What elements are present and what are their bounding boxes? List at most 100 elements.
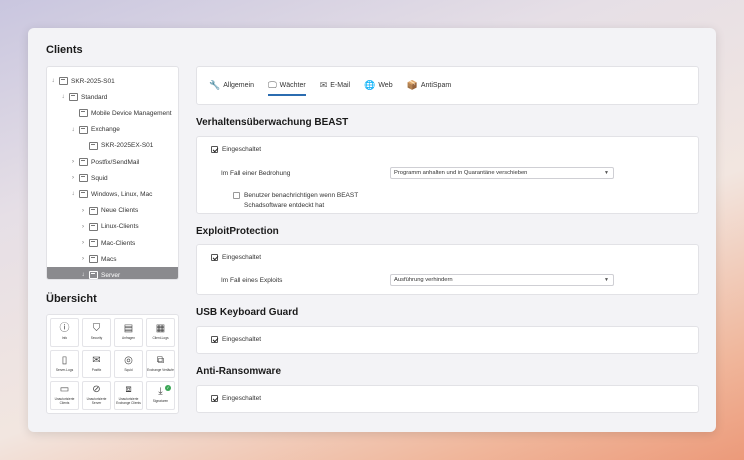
folder-icon: [89, 206, 98, 215]
folder-icon: [89, 255, 98, 264]
tab-w-chter[interactable]: 🖵 Wächter: [267, 78, 306, 96]
tile-label: Unautorisierte Server: [86, 397, 107, 406]
tree-item[interactable]: › Postfix/SendMail: [69, 154, 139, 170]
tile-icon: ⛉: [92, 322, 101, 334]
chevron-icon[interactable]: ›: [79, 256, 87, 262]
checkbox-checked-icon: [211, 254, 218, 261]
beast-panel: Eingeschaltet Im Fall einer Bedrohung Pr…: [196, 136, 699, 214]
ransom-enabled-checkbox[interactable]: Eingeschaltet: [211, 395, 261, 402]
chevron-icon[interactable]: ›: [79, 240, 87, 246]
overview-tile[interactable]: ⓘ Info: [50, 318, 79, 347]
exploit-enabled-checkbox[interactable]: Eingeschaltet: [211, 254, 261, 261]
overview-tile[interactable]: ▤ Anfragen: [114, 318, 143, 347]
folder-icon: [79, 174, 88, 183]
beast-notify-checkbox[interactable]: Benutzer benachrichtigen wenn BEAST Scha…: [233, 191, 394, 211]
tile-label: Unautorisierte Exchange Clients: [116, 397, 141, 406]
chevron-icon[interactable]: ↓: [69, 191, 77, 197]
overview-tile[interactable]: ▦ Client-Logs: [146, 318, 175, 347]
tree-item[interactable]: ↓ Windows, Linux, Mac: [69, 186, 152, 202]
ransom-enabled-label: Eingeschaltet: [222, 395, 262, 402]
overview-tile[interactable]: ▭ Unautorisierte Clients: [50, 381, 79, 410]
ransom-title: Anti-Ransomware: [196, 366, 282, 377]
checkbox-checked-icon: [211, 336, 218, 343]
overview-tile[interactable]: ✉ Postfix: [82, 349, 111, 379]
tree-item[interactable]: › Macs: [79, 251, 117, 267]
tree-item-label: Standard: [81, 93, 108, 101]
tab-icon: 🖵: [267, 80, 277, 90]
tile-icon: ⧈: [125, 384, 132, 396]
beast-enabled-checkbox[interactable]: Eingeschaltet: [211, 146, 261, 153]
overview-tile[interactable]: ⛉ Security: [82, 318, 111, 347]
overview-tile[interactable]: ⧉ Exchange Verläufe: [146, 349, 175, 379]
chevron-icon[interactable]: ›: [79, 208, 87, 214]
tree-item[interactable]: ↓ SKR-2025-S01: [49, 73, 115, 89]
tree-item-label: Macs: [101, 255, 117, 263]
checkbox-checked-icon: [211, 146, 218, 153]
tile-icon: ▦: [155, 322, 166, 334]
tile-icon: ⓘ: [59, 322, 70, 334]
chevron-icon[interactable]: ›: [69, 175, 77, 181]
tree-item[interactable]: › Neue Clients: [79, 203, 138, 219]
folder-icon: [69, 93, 78, 102]
tree-item-label: SKR-2025-S01: [71, 77, 115, 85]
chevron-icon[interactable]: ›: [79, 224, 87, 230]
folder-icon: [79, 125, 88, 134]
folder-icon: [89, 141, 98, 150]
tree-item[interactable]: ↓ Server: [47, 267, 178, 279]
beast-threat-select[interactable]: Programm anhalten und in Quarantäne vers…: [390, 167, 614, 179]
overview-tile[interactable]: ⊘ Unautorisierte Server: [82, 381, 111, 410]
tree-item[interactable]: › Mac-Clients: [79, 235, 135, 251]
tab-antispam[interactable]: 📦 AntiSpam: [407, 78, 452, 94]
client-tree[interactable]: ↓ SKR-2025-S01 ↓ Standard Mobile Device Mana…: [46, 66, 179, 280]
tree-item[interactable]: › Linux-Clients: [79, 219, 139, 235]
usb-enabled-checkbox[interactable]: Eingeschaltet: [211, 336, 261, 343]
tile-icon: ▭: [59, 384, 70, 396]
tab-web[interactable]: 🌐 Web: [364, 78, 393, 94]
tree-item[interactable]: SKR-2025EX-S01: [79, 138, 153, 154]
tile-icon: ◎: [124, 354, 133, 366]
tree-item[interactable]: ↓ Standard: [59, 89, 107, 105]
tile-label: Squid: [124, 367, 133, 372]
tree-item-label: Mac-Clients: [101, 239, 136, 247]
tile-icon: ▯: [61, 354, 68, 366]
usb-panel: Eingeschaltet: [196, 326, 699, 354]
folder-icon: [79, 158, 88, 166]
overview-tile[interactable]: ⧈ Unautorisierte Exchange Clients: [114, 381, 143, 410]
tab-e-mail[interactable]: ✉ E-Mail: [320, 78, 350, 94]
checkbox-checked-icon: [211, 395, 218, 402]
tree-item-label: Exchange: [91, 126, 120, 134]
chevron-icon[interactable]: ↓: [69, 127, 77, 133]
overview-tile[interactable]: ⤓ Signaturen ✓: [146, 381, 175, 410]
tree-item[interactable]: Mobile Device Management: [69, 105, 172, 121]
chevron-icon[interactable]: ↓: [59, 94, 67, 100]
tab-allgemein[interactable]: 🔧 Allgemein: [209, 78, 254, 94]
tile-label: Server-Logs: [55, 367, 74, 372]
ransom-panel: Eingeschaltet: [196, 385, 699, 413]
tree-item[interactable]: › Squid: [69, 170, 108, 186]
tile-label: Info: [61, 335, 68, 340]
usb-enabled-label: Eingeschaltet: [222, 336, 262, 343]
tab-bar: 🔧 Allgemein 🖵 Wächter ✉ E-Mail 🌐 Web 📦 AntiSpam: [196, 66, 699, 105]
folder-icon: [89, 271, 98, 279]
tile-label: Anfragen: [122, 335, 135, 340]
tile-label: Postfix: [91, 367, 102, 372]
chevron-icon[interactable]: ↓: [49, 78, 57, 84]
exploit-case-select[interactable]: Ausführung verhindern ▼: [390, 274, 614, 286]
chevron-icon[interactable]: ↓: [79, 272, 87, 278]
tree-item-label: Neue Clients: [101, 207, 139, 215]
folder-icon: [79, 109, 88, 118]
overview-tile[interactable]: ◎ Squid: [114, 349, 143, 379]
beast-notify-label: Benutzer benachrichtigen wenn BEAST Scha…: [244, 192, 359, 209]
tree-item[interactable]: ↓ Exchange: [69, 122, 120, 138]
tab-icon: 🔧: [209, 80, 221, 90]
overview-title: Übersicht: [46, 293, 97, 305]
exploit-case-label: Im Fall eines Exploits: [221, 277, 283, 284]
tab-label: Wächter: [279, 82, 306, 89]
checkbox-unchecked-icon: [233, 192, 240, 199]
chevron-icon[interactable]: ›: [69, 159, 77, 165]
tab-label: AntiSpam: [420, 82, 452, 89]
tile-label: Signaturen: [152, 399, 169, 404]
overview-tile[interactable]: ▯ Server-Logs: [50, 349, 79, 379]
folder-icon: [59, 77, 68, 85]
tile-icon: ⊘: [92, 384, 101, 396]
